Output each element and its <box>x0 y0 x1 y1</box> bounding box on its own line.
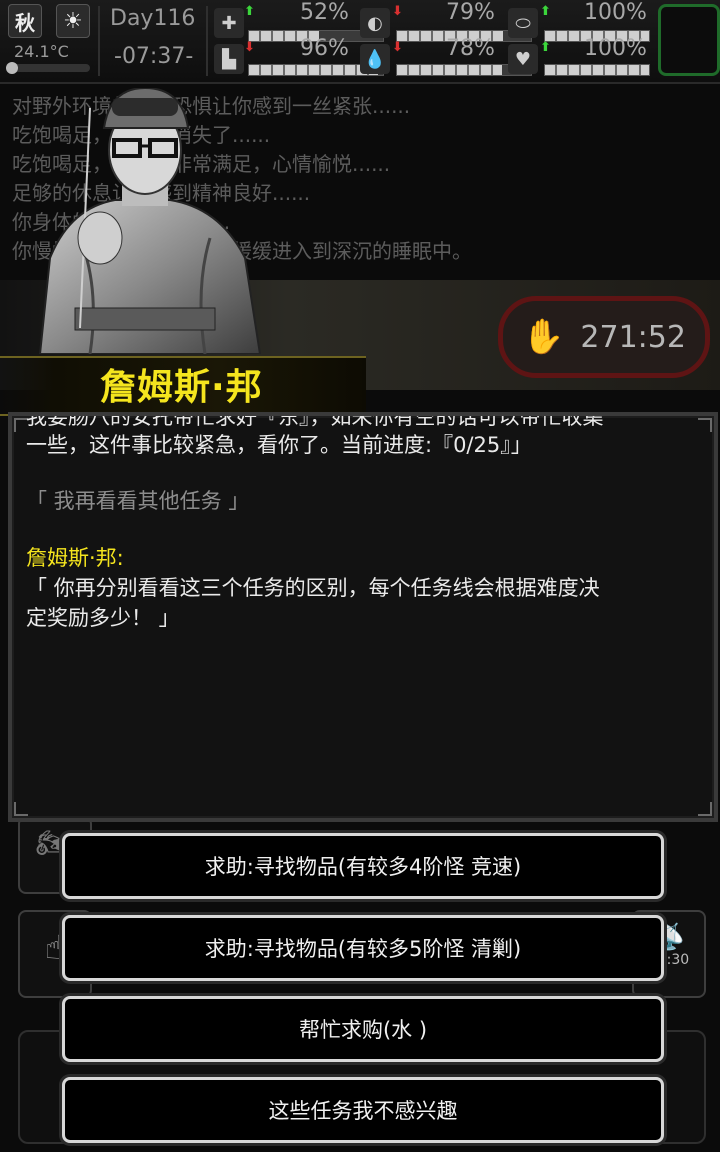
thirst-percent: 78% <box>446 36 495 61</box>
season-label: 秋 <box>15 10 35 35</box>
npc-reply-line: 「 你再分别看看这三个任务的区别，每个任务线会根据难度决 <box>26 576 600 600</box>
water-drop-icon: 💧 <box>360 44 390 74</box>
corner-ornament <box>698 802 712 816</box>
dialog-line: 一些，这件事比较紧急，看你了。当前进度:『0/25』」 <box>26 433 532 457</box>
sun-icon: ☀ <box>56 4 90 38</box>
choice-race-quest-button[interactable]: 求助:寻找物品(有较多4阶怪 竞速) <box>62 833 664 899</box>
npc-portrait <box>20 86 270 355</box>
trend-down-icon: ⬇ <box>392 40 403 55</box>
medicine-percent: 100% <box>584 0 647 25</box>
day-counter: Day116 <box>110 6 196 31</box>
trend-down-icon: ⬇ <box>244 40 255 55</box>
player-reply: 「 我再看看其他任务 」 <box>26 489 250 513</box>
health-percent: 52% <box>300 0 349 25</box>
hunger-percent: 79% <box>446 0 495 25</box>
season-badge: 秋 <box>8 4 42 38</box>
stomach-icon: ◐ <box>360 8 390 38</box>
trend-up-icon: ⬆ <box>540 4 551 19</box>
npc-name: 詹姆斯·邦 <box>100 367 263 408</box>
mood-bar <box>544 64 650 76</box>
medkit-icon: ✚ <box>214 8 244 38</box>
npc-reply-line: 定奖励多少！ 」 <box>26 606 180 630</box>
timer-value: 271:52 <box>580 319 686 355</box>
status-bar: 秋 ☀ 24.1°C Day116 -07:37- ✚ ⬆ 52% ◐ ⬇ 79… <box>0 0 720 84</box>
stamina-percent: 96% <box>300 36 349 61</box>
speaker-name: 詹姆斯·邦: <box>26 546 124 570</box>
choice-decline-button[interactable]: 这些任务我不感兴趣 <box>62 1077 664 1143</box>
boot-icon: ▙ <box>214 44 244 74</box>
mood-percent: 100% <box>584 36 647 61</box>
heart-icon: ♥ <box>508 44 538 74</box>
divider <box>206 6 208 76</box>
trend-up-icon: ⬆ <box>540 40 551 55</box>
trend-up-icon: ⬆ <box>244 4 255 19</box>
corner-ornament <box>698 418 712 432</box>
temperature-bar <box>6 62 90 74</box>
divider <box>98 6 100 76</box>
choice-buy-water-button[interactable]: 帮忙求购(水 ) <box>62 996 664 1062</box>
menu-slot-button[interactable] <box>658 4 720 76</box>
temperature: 24.1°C <box>14 42 69 61</box>
trend-down-icon: ⬇ <box>392 4 403 19</box>
dialog-partial-line: 我要肠八的安托带忙求好『东』，如未你有空的话可以带忙收集 <box>26 412 604 429</box>
zombie-hand-icon: ✋ <box>522 317 565 357</box>
zombie-timer: ✋ 271:52 <box>498 296 710 378</box>
corner-ornament <box>14 802 28 816</box>
pill-icon: ⬭ <box>508 8 538 38</box>
choice-clear-quest-button[interactable]: 求助:寻找物品(有较多5阶怪 清剿) <box>62 915 664 981</box>
dialog-box: 我要肠八的安托带忙求好『东』，如未你有空的话可以带忙收集 一些，这件事比较紧急，… <box>8 412 718 822</box>
clock: -07:37- <box>114 44 194 69</box>
